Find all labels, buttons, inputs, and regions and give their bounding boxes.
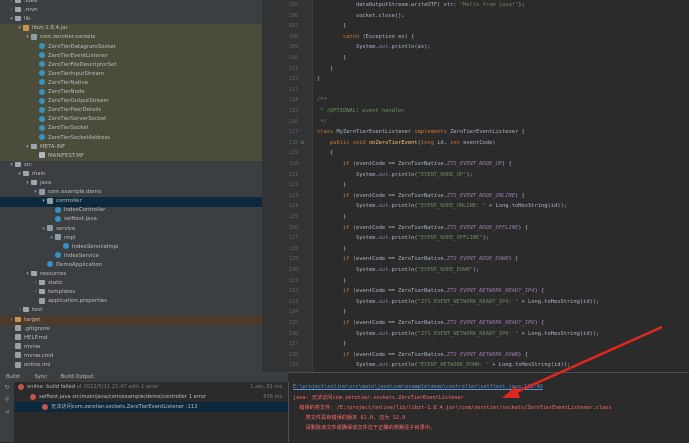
annotation-arrow [502, 325, 663, 398]
